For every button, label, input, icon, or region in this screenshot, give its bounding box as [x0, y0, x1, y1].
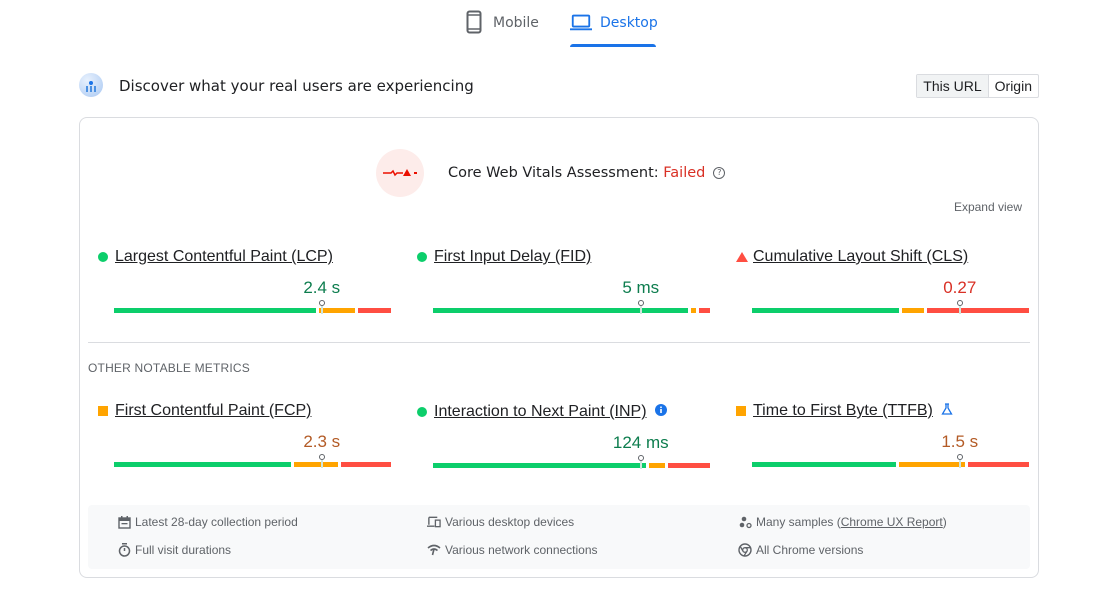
- section-title: Discover what your real users are experi…: [119, 77, 474, 95]
- metric-name-link[interactable]: Cumulative Layout Shift (CLS): [753, 248, 968, 266]
- flask-icon[interactable]: [941, 402, 953, 420]
- metric-header: Cumulative Layout Shift (CLS): [736, 248, 968, 266]
- poor-segment: [698, 308, 710, 313]
- assessment-status: Failed: [663, 165, 706, 181]
- metric-lcp: Largest Contentful Paint (LCP) 2.4 s: [98, 248, 398, 328]
- tab-desktop-label: Desktop: [600, 15, 658, 31]
- needs-improvement-segment: [294, 462, 339, 467]
- tab-mobile-label: Mobile: [493, 15, 539, 31]
- device-tabs: Mobile Desktop: [0, 0, 1116, 50]
- samples-icon: [738, 515, 752, 529]
- good-segment: [752, 308, 899, 313]
- laptop-icon: [570, 10, 592, 34]
- good-rating-icon: [417, 407, 427, 417]
- field-data-card: Core Web Vitals Assessment: Failed ? Exp…: [79, 117, 1039, 578]
- metric-value: 2.3 s: [303, 432, 341, 451]
- metric-fcp: First Contentful Paint (FCP) 2.3 s: [98, 402, 398, 482]
- metric-value: 1.5 s: [941, 432, 979, 451]
- metric-header: First Input Delay (FID): [417, 248, 591, 266]
- distribution-bar: [433, 300, 710, 314]
- network-icon: [427, 543, 441, 557]
- smartphone-icon: [463, 10, 485, 34]
- url-origin-toggle: This URL Origin: [916, 74, 1039, 98]
- poor-segment: [968, 462, 1029, 467]
- good-rating-icon: [98, 252, 108, 262]
- tab-mobile[interactable]: Mobile: [463, 10, 539, 48]
- data-source-footer: Latest 28-day collection period Full vis…: [88, 505, 1030, 569]
- chrome-icon: [738, 543, 752, 557]
- distribution-bar: [114, 454, 391, 468]
- info-icon[interactable]: [654, 403, 667, 421]
- crux-chart-icon: [79, 73, 103, 97]
- needs-improvement-icon: [98, 406, 108, 416]
- metric-header: Time to First Byte (TTFB): [736, 402, 953, 420]
- metric-header: Interaction to Next Paint (INP): [417, 403, 667, 421]
- calendar-icon: [117, 515, 131, 529]
- poor-segment: [926, 308, 1029, 313]
- metric-cls: Cumulative Layout Shift (CLS) 0.27: [736, 248, 1036, 328]
- metric-value: 124 ms: [612, 433, 669, 452]
- p75-marker: [956, 300, 963, 314]
- other-metrics-heading: OTHER NOTABLE METRICS: [88, 361, 250, 375]
- metric-name-link[interactable]: Interaction to Next Paint (INP): [434, 403, 647, 421]
- footer-chrome-versions: All Chrome versions: [738, 543, 863, 557]
- poor-segment: [357, 308, 391, 313]
- poor-segment: [341, 462, 391, 467]
- metric-name-link[interactable]: Time to First Byte (TTFB): [753, 402, 933, 420]
- metric-fid: First Input Delay (FID) 5 ms: [417, 248, 717, 328]
- good-rating-icon: [417, 252, 427, 262]
- distribution-bar: [752, 454, 1029, 468]
- metric-header: First Contentful Paint (FCP): [98, 402, 312, 420]
- needs-improvement-segment: [690, 308, 696, 313]
- cwv-assessment: Core Web Vitals Assessment: Failed ?: [376, 148, 726, 198]
- metric-inp: Interaction to Next Paint (INP) 124 ms: [417, 403, 717, 483]
- good-segment: [114, 462, 292, 467]
- section-divider: [88, 342, 1030, 343]
- assessment-title: Core Web Vitals Assessment:: [448, 165, 659, 181]
- distribution-bar: [752, 300, 1029, 314]
- active-tab-indicator: [570, 44, 656, 47]
- footer-collection-period: Latest 28-day collection period: [117, 515, 298, 529]
- good-segment: [752, 462, 896, 467]
- metric-name-link[interactable]: First Contentful Paint (FCP): [115, 402, 312, 420]
- poor-segment: [668, 463, 710, 468]
- p75-marker: [318, 454, 325, 468]
- p75-marker: [637, 455, 644, 469]
- stopwatch-icon: [117, 543, 131, 557]
- footer-devices: Various desktop devices: [427, 515, 574, 529]
- needs-improvement-icon: [736, 406, 746, 416]
- p75-marker: [637, 300, 644, 314]
- assessment-label: Core Web Vitals Assessment: Failed: [448, 165, 705, 181]
- good-segment: [433, 463, 647, 468]
- poor-rating-icon: [736, 252, 748, 262]
- metric-value: 2.4 s: [303, 278, 341, 297]
- good-segment: [114, 308, 316, 313]
- metric-value: 0.27: [943, 278, 977, 297]
- footer-visit-durations: Full visit durations: [117, 543, 231, 557]
- devices-icon: [427, 515, 441, 529]
- needs-improvement-segment: [898, 462, 966, 467]
- metric-value: 5 ms: [622, 278, 660, 297]
- origin-button[interactable]: Origin: [989, 75, 1038, 97]
- metric-name-link[interactable]: First Input Delay (FID): [434, 248, 591, 266]
- footer-samples: Many samples (Chrome UX Report): [738, 515, 947, 529]
- metric-header: Largest Contentful Paint (LCP): [98, 248, 333, 266]
- metric-ttfb: Time to First Byte (TTFB) 1.5 s: [736, 402, 1036, 482]
- distribution-bar: [433, 455, 710, 469]
- expand-view-button[interactable]: Expand view: [954, 200, 1022, 214]
- good-segment: [433, 308, 688, 313]
- metric-name-link[interactable]: Largest Contentful Paint (LCP): [115, 248, 333, 266]
- field-data-header: Discover what your real users are experi…: [79, 72, 1039, 100]
- help-icon[interactable]: ?: [713, 167, 726, 179]
- chrome-ux-report-link[interactable]: Chrome UX Report: [841, 515, 943, 529]
- needs-improvement-segment: [649, 463, 666, 468]
- tab-desktop[interactable]: Desktop: [570, 10, 658, 48]
- p75-marker: [318, 300, 325, 314]
- this-url-button[interactable]: This URL: [917, 75, 989, 97]
- footer-network: Various network connections: [427, 543, 598, 557]
- distribution-bar: [114, 300, 391, 314]
- needs-improvement-segment: [901, 308, 924, 313]
- failed-assessment-icon: [376, 149, 424, 197]
- p75-marker: [956, 454, 963, 468]
